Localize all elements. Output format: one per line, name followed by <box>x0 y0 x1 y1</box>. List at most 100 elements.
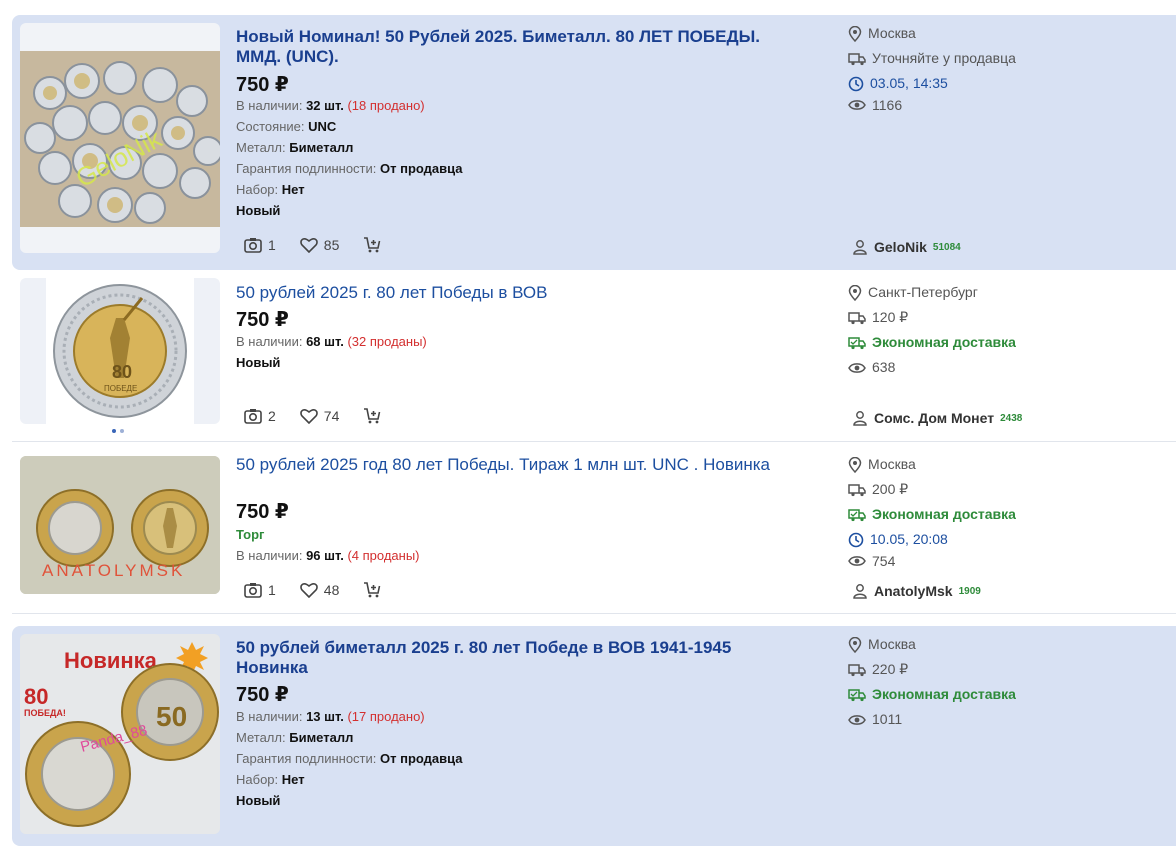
listing-specs: В наличии: 68 шт. (32 проданы) Новый <box>236 331 427 373</box>
coins-pair-image: ANATOLYMSK <box>20 456 220 594</box>
listing-title[interactable]: 50 рублей 2025 г. 80 лет Победы в ВОВ <box>236 283 796 303</box>
location: Санкт-Петербург <box>868 284 978 300</box>
seller[interactable]: AnatolyMsk 1909 <box>852 583 981 599</box>
guarantee-value: От продавца <box>380 751 463 766</box>
favorite-button[interactable]: 48 <box>299 582 340 598</box>
heart-icon <box>299 583 318 598</box>
heart-icon <box>299 238 318 253</box>
delivery-truck-icon <box>848 52 866 65</box>
bargain-tag: Торг <box>236 527 265 542</box>
likes-count: 85 <box>323 237 340 253</box>
user-icon <box>853 240 867 255</box>
views-count: 1166 <box>872 97 903 113</box>
new-tag: Новый <box>236 793 281 808</box>
views-count: 1011 <box>872 711 903 727</box>
clock-icon <box>848 532 864 547</box>
stock-value: 68 шт. <box>306 334 344 349</box>
metal-label: Металл: <box>236 730 286 745</box>
metal-label: Металл: <box>236 140 286 155</box>
guarantee-label: Гарантия подлинности: <box>236 751 377 766</box>
listing-card[interactable]: GeloNik Новый Номинал! 50 Рублей 2025. Б… <box>12 15 1176 270</box>
end-time: 03.05, 14:35 <box>870 75 948 91</box>
listing-title[interactable]: 50 рублей биметалл 2025 г. 80 лет Победе… <box>236 638 776 678</box>
location-pin-icon <box>848 456 862 473</box>
stock-value: 96 шт. <box>306 548 344 563</box>
coin-denomination: 80 <box>112 362 132 382</box>
location-pin-icon <box>848 636 862 653</box>
listing-price: 750 ₽ <box>236 684 289 706</box>
photos-button[interactable]: 2 <box>244 408 276 424</box>
likes-count: 48 <box>323 582 340 598</box>
eye-icon <box>848 556 866 566</box>
listing-photo[interactable]: 80 ПОБЕДЕ <box>20 278 220 424</box>
seller-name[interactable]: Сомс. Дом Монет <box>874 410 994 426</box>
guarantee-value: От продавца <box>380 161 463 176</box>
eco-delivery: Экономная доставка <box>872 506 1016 522</box>
seller[interactable]: Сомс. Дом Монет 2438 <box>852 410 1022 426</box>
favorite-button[interactable]: 85 <box>299 237 340 253</box>
seller-name[interactable]: AnatolyMsk <box>874 583 953 599</box>
delivery-price: 200 ₽ <box>872 481 909 497</box>
location: Москва <box>868 636 916 652</box>
photo-caption: Новинка <box>64 648 158 673</box>
user-icon <box>853 411 867 426</box>
listing-card[interactable]: ANATOLYMSK 50 рублей 2025 год 80 лет Поб… <box>12 442 1176 614</box>
listing-specs: В наличии: 32 шт. (18 продано) Состояние… <box>236 95 463 221</box>
listing-price: 750 ₽ <box>236 501 289 523</box>
stock-label: В наличии: <box>236 709 303 724</box>
seller-rating: 2438 <box>1000 412 1023 424</box>
coin-inscription: ПОБЕДЕ <box>104 384 137 393</box>
guarantee-label: Гарантия подлинности: <box>236 161 377 176</box>
favorite-button[interactable]: 74 <box>299 408 339 424</box>
eco-delivery-truck-icon <box>848 508 866 521</box>
eye-icon <box>848 714 866 725</box>
stock-label: В наличии: <box>236 98 303 113</box>
listing-photo[interactable]: Новинка 80 ПОБЕДА! 50 Panda_88 <box>20 634 220 834</box>
eye-icon <box>848 362 866 373</box>
sold-count: (18 продано) <box>347 98 425 113</box>
listing-title[interactable]: 50 рублей 2025 год 80 лет Победы. Тираж … <box>236 455 796 475</box>
listing-card[interactable]: Новинка 80 ПОБЕДА! 50 Panda_88 50 рублей… <box>12 626 1176 846</box>
coin-image: 80 ПОБЕДЕ <box>46 278 194 424</box>
photos-button[interactable]: 1 <box>244 582 276 598</box>
photos-button[interactable]: 1 <box>244 237 276 253</box>
listing-card[interactable]: 80 ПОБЕДЕ 50 рублей 2025 г. 80 лет Побед… <box>12 270 1176 442</box>
metal-value: Биметалл <box>289 140 354 155</box>
stock-value: 13 шт. <box>306 709 344 724</box>
sold-count: (4 проданы) <box>347 548 420 563</box>
heart-icon <box>299 409 318 424</box>
add-to-cart-button[interactable] <box>363 237 381 253</box>
listing-title[interactable]: Новый Номинал! 50 Рублей 2025. Биметалл.… <box>236 27 796 67</box>
add-to-cart-button[interactable] <box>363 582 381 598</box>
stock-value: 32 шт. <box>306 98 344 113</box>
photos-count: 1 <box>268 237 276 253</box>
location: Москва <box>868 456 916 472</box>
user-icon <box>853 584 867 599</box>
photo-watermark: ANATOLYMSK <box>42 561 185 580</box>
sold-count: (17 продано) <box>347 709 425 724</box>
listing-actions: 2 74 <box>244 408 399 424</box>
photo-pagination[interactable] <box>112 429 124 433</box>
add-to-cart-button[interactable] <box>363 408 381 424</box>
delivery-price: 220 ₽ <box>872 661 909 677</box>
seller[interactable]: GeloNik 51084 <box>852 239 961 255</box>
listing-photo[interactable]: GeloNik <box>20 23 220 253</box>
camera-icon <box>244 238 262 253</box>
set-value: Нет <box>281 182 305 197</box>
condition-value: UNC <box>308 119 337 134</box>
set-value: Нет <box>281 772 305 787</box>
seller-rating: 51084 <box>932 241 961 253</box>
end-time: 10.05, 20:08 <box>870 531 948 547</box>
photo-badge-text: ПОБЕДА! <box>24 708 66 718</box>
listing-meta: Москва 220 ₽ Экономная доставка 1011 <box>848 632 1016 732</box>
stock-label: В наличии: <box>236 334 303 349</box>
listing-photo[interactable]: ANATOLYMSK <box>20 456 220 594</box>
eco-delivery: Экономная доставка <box>872 334 1016 350</box>
listing-price: 750 ₽ <box>236 74 289 96</box>
set-label: Набор: <box>236 182 279 197</box>
listing-meta: Москва Уточняйте у продавца 03.05, 14:35… <box>848 21 1016 114</box>
listing-actions: 1 85 <box>244 237 399 253</box>
coins-pile-image: GeloNik <box>20 51 220 227</box>
seller-name[interactable]: GeloNik <box>874 239 927 255</box>
location-pin-icon <box>848 284 862 301</box>
